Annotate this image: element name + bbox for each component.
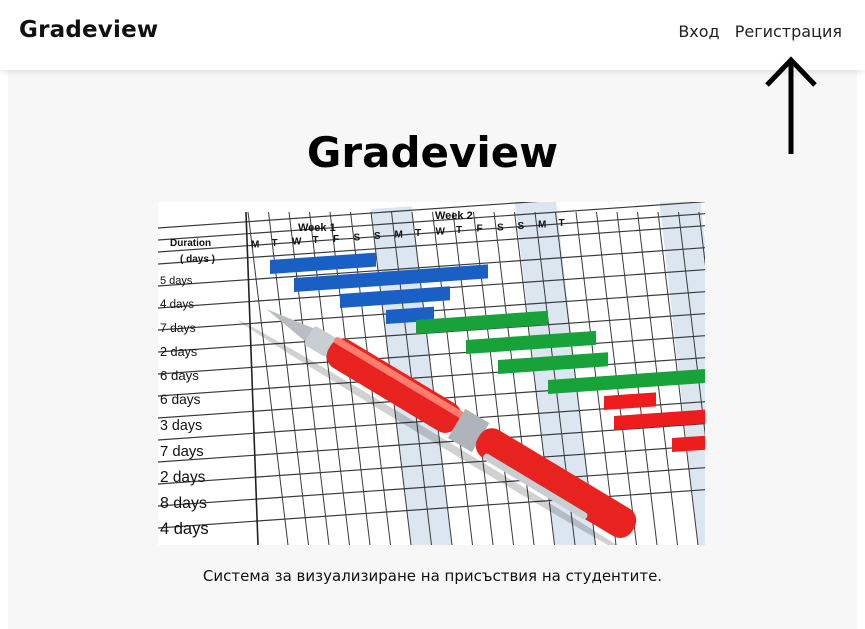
day-letter: S xyxy=(354,232,361,243)
gantt-bar xyxy=(270,252,376,274)
day-letter: S xyxy=(497,222,504,233)
gantt-chart-illustration: Week 1Week 2M T W T F S S M T W T F S S M TDuration( da… xyxy=(158,202,705,545)
day-letter: S xyxy=(374,231,381,242)
page-caption: Система за визуализиране на присъствия н… xyxy=(202,567,663,585)
grid-row-line xyxy=(158,202,705,241)
duration-label: 7 days xyxy=(160,444,204,460)
duration-label: 7 days xyxy=(160,321,196,335)
gantt-bar xyxy=(416,310,548,334)
login-link[interactable]: Вход xyxy=(678,22,719,41)
day-letter: S xyxy=(518,221,525,232)
register-link[interactable]: Регистрация xyxy=(735,22,842,41)
gantt-bar xyxy=(604,392,656,410)
week2-label: Week 2 xyxy=(435,210,473,222)
duration-header: Duration xyxy=(170,238,211,249)
day-letter: T xyxy=(415,228,421,239)
grid-row-line xyxy=(158,335,705,375)
duration-label: 2 days xyxy=(160,345,197,359)
duration-subheader: ( days ) xyxy=(180,254,215,265)
page-title: Gradeview xyxy=(306,128,559,177)
day-letter: T xyxy=(272,238,278,249)
day-letter: T xyxy=(313,235,319,246)
nav-links: Вход Регистрация xyxy=(668,22,842,41)
up-arrow-icon xyxy=(765,56,817,154)
duration-label: 4 days xyxy=(160,520,209,538)
duration-label: 3 days xyxy=(160,418,202,434)
brand-link[interactable]: Gradeview xyxy=(19,17,158,43)
grid-row-line xyxy=(158,202,539,229)
day-letter: M xyxy=(538,219,546,230)
hero-image: Week 1 Week 2 M T W T F S S M T W T F S S M T Duration( da… xyxy=(158,202,705,545)
day-letter: T xyxy=(456,225,462,236)
duration-label: 6 days xyxy=(160,368,199,383)
duration-label: 6 days xyxy=(160,392,201,407)
day-letter: W xyxy=(436,227,446,238)
day-letter: W xyxy=(292,237,302,248)
grid-row-line xyxy=(158,213,705,253)
duration-label: 4 days xyxy=(160,299,194,311)
grid-col-line xyxy=(452,211,494,545)
top-navbar: Gradeview Вход Регистрация xyxy=(0,0,865,70)
duration-label: 2 days xyxy=(160,469,206,486)
day-letter: T xyxy=(559,218,565,229)
duration-label: 8 days xyxy=(160,495,207,512)
gantt-bar xyxy=(672,435,705,452)
day-letter: F xyxy=(477,224,483,235)
week1-label: Week 1 xyxy=(298,222,336,234)
day-letter: F xyxy=(333,234,339,245)
duration-divider xyxy=(245,211,259,545)
day-letter: M xyxy=(251,239,259,250)
duration-label: 5 days xyxy=(160,275,193,287)
day-letter: M xyxy=(395,229,403,240)
